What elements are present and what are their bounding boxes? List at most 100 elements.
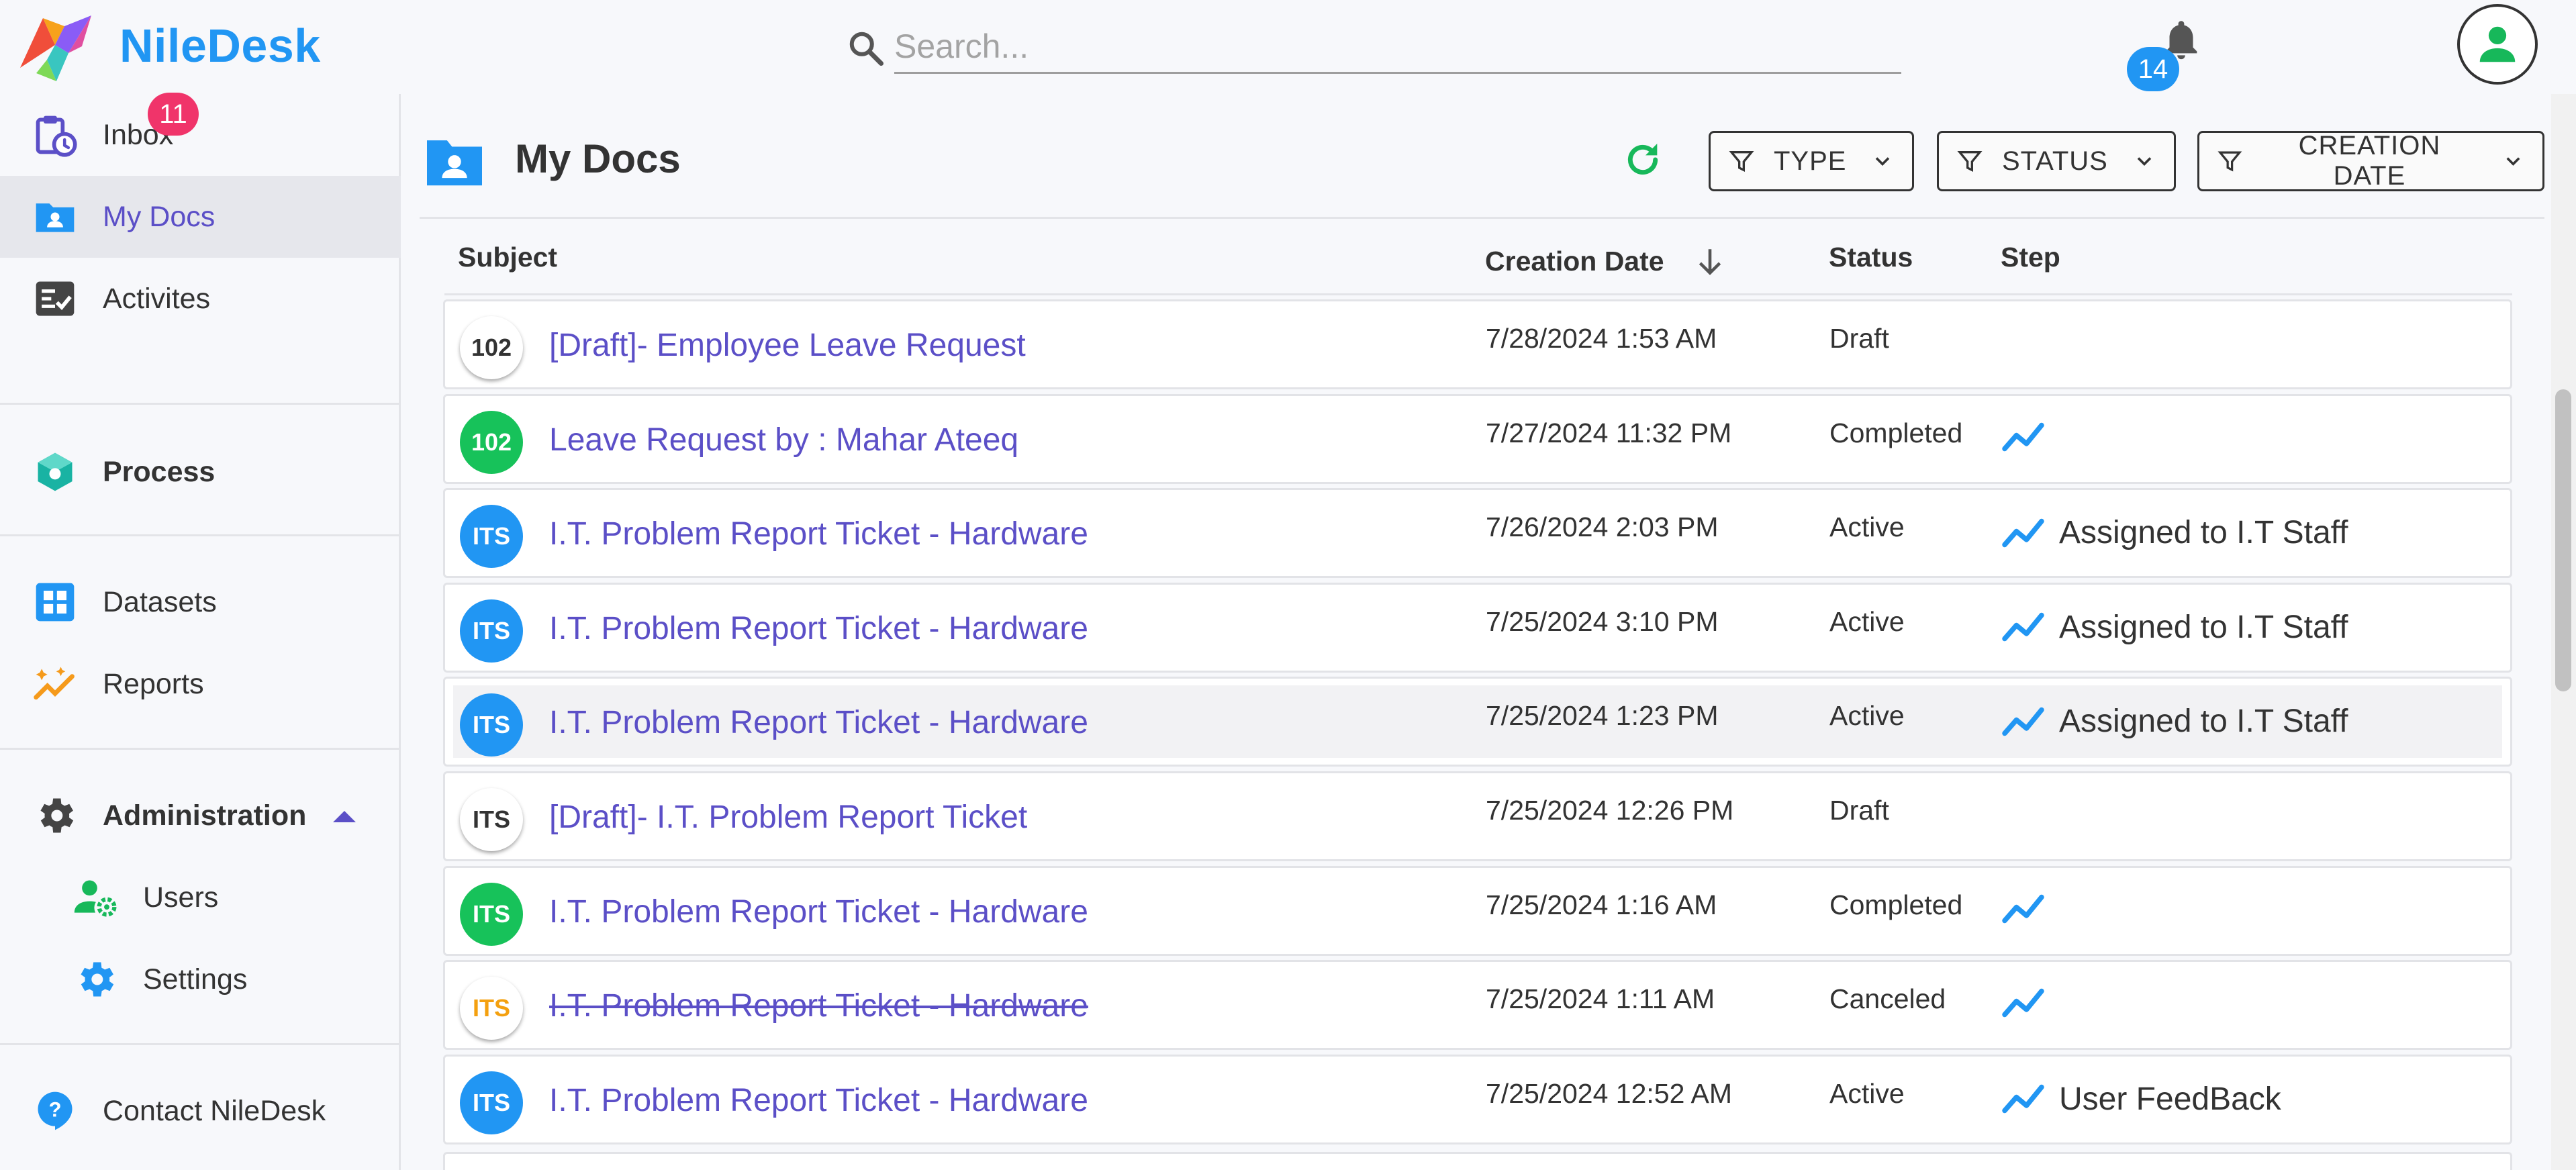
doc-subject-link[interactable]: I.T. Problem Report Ticket - Hardware — [549, 893, 1088, 930]
doc-type-chip: ITS — [460, 788, 523, 851]
doc-step[interactable]: Assigned to I.T Staff — [2001, 609, 2348, 646]
table-row[interactable]: ITS I.T. Problem Report Ticket - Hardware… — [443, 488, 2512, 579]
clipboard-clock-icon — [36, 115, 77, 157]
refresh-icon[interactable] — [1621, 138, 1664, 181]
doc-step[interactable] — [2001, 420, 2059, 454]
filter-icon — [2217, 151, 2242, 172]
folder-user-icon — [36, 203, 75, 232]
scrollbar-thumb[interactable] — [2555, 389, 2571, 691]
cube-icon — [38, 452, 73, 491]
sidebar-item-activities[interactable]: Activites — [0, 258, 401, 340]
sidebar-divider — [0, 748, 401, 750]
table-row[interactable]: ITS I.T. Problem Report Ticket - Hardware… — [443, 1054, 2512, 1144]
doc-subject-link[interactable]: [Draft]- I.T. Problem Report Ticket — [549, 799, 1027, 836]
doc-type-chip: ITS — [460, 599, 523, 663]
doc-subject-link[interactable]: [Draft]- Employee Leave Request — [549, 327, 1026, 364]
doc-status: Active — [1829, 1077, 1905, 1109]
table-row[interactable]: 102 Leave Request by : Mahar Ateeq 7/27/20… — [443, 393, 2512, 484]
search-input[interactable] — [894, 20, 1901, 74]
sidebar-item-contact[interactable]: ? Contact NileDesk — [0, 1070, 401, 1152]
sidebar-item-process[interactable]: Process — [0, 431, 401, 513]
doc-step-label: Assigned to I.T Staff — [2059, 609, 2348, 645]
sidebar-item-users[interactable]: Users — [0, 857, 401, 938]
doc-subject-link[interactable]: I.T. Problem Report Ticket - Hardware — [549, 610, 1088, 647]
sidebar-item-label: Users — [143, 881, 219, 914]
doc-step[interactable] — [2001, 892, 2059, 926]
chevron-down-icon — [1876, 157, 1890, 166]
table-row[interactable]: ITS I.T. Problem Report Ticket - Hardware… — [443, 865, 2512, 956]
creation-date-filter-button[interactable]: CREATION DATE — [2197, 131, 2544, 191]
search-icon[interactable] — [846, 28, 886, 68]
help-bubble-icon: ? — [38, 1091, 73, 1130]
type-filter-button[interactable]: TYPE — [1709, 131, 1915, 191]
trend-line-icon — [2002, 988, 2044, 1018]
sidebar-item-datasets[interactable]: Datasets — [0, 561, 401, 643]
sidebar-item-my-docs[interactable]: My Docs — [0, 176, 401, 258]
sidebar-item-reports[interactable]: Reports — [0, 643, 401, 725]
trend-line-icon — [2002, 422, 2044, 451]
top-bar: NileDesk 14 — [0, 0, 2576, 94]
brand-name: NileDesk — [120, 19, 321, 72]
doc-step[interactable]: User FeedBack — [2001, 1081, 2281, 1118]
sidebar-item-administration[interactable]: Administration — [0, 775, 401, 857]
doc-step[interactable]: Assigned to I.T Staff — [2001, 703, 2348, 740]
doc-creation-date: 7/26/2024 2:03 PM — [1486, 511, 1719, 543]
gear-icon — [81, 962, 114, 997]
table-header: Subject Creation Date Status Step — [444, 222, 2512, 295]
doc-type-chip: 102 — [460, 410, 523, 474]
status-filter-button[interactable]: STATUS — [1937, 131, 2176, 191]
trend-line-icon — [2002, 894, 2044, 923]
doc-subject-link[interactable]: I.T. Problem Report Ticket - Hardware — [549, 987, 1088, 1024]
doc-subject-link[interactable]: Leave Request by : Mahar Ateeq — [549, 422, 1018, 458]
page-header: My Docs TYPE STATUS CREATION DATE — [420, 94, 2544, 219]
column-header-status[interactable]: Status — [1829, 242, 1913, 273]
doc-creation-date: 7/25/2024 1:23 PM — [1486, 700, 1719, 732]
grid-icon — [36, 583, 75, 622]
sidebar-item-inbox[interactable]: Inbox 11 — [0, 93, 401, 176]
doc-status: Completed — [1829, 417, 1963, 448]
page-title: My Docs — [515, 136, 681, 181]
trend-line-icon — [2002, 518, 2044, 547]
column-header-subject[interactable]: Subject — [458, 242, 557, 273]
user-avatar[interactable] — [2457, 4, 2538, 85]
brand[interactable]: NileDesk — [16, 5, 321, 86]
collapse-caret-icon[interactable] — [333, 811, 356, 822]
doc-type-chip: ITS — [460, 882, 523, 946]
sparkle-chart-icon — [34, 667, 75, 700]
table-row[interactable] — [443, 1152, 2512, 1170]
type-filter-label: TYPE — [1774, 146, 1847, 176]
doc-step-label: User FeedBack — [2059, 1081, 2281, 1117]
doc-creation-date: 7/25/2024 3:10 PM — [1486, 605, 1719, 637]
sidebar: Inbox 11 My Docs Activites Process Datas… — [0, 93, 401, 1170]
sidebar-item-label: Settings — [143, 963, 248, 995]
doc-status: Active — [1829, 511, 1905, 543]
table-row[interactable]: ITS [Draft]- I.T. Problem Report Ticket 7/… — [443, 771, 2512, 861]
status-filter-label: STATUS — [2002, 146, 2108, 176]
table-row[interactable]: 102 [Draft]- Employee Leave Request 7/28/2… — [443, 299, 2512, 389]
doc-status: Canceled — [1829, 983, 1946, 1015]
table-row[interactable]: ITS I.T. Problem Report Ticket - Hardware… — [443, 582, 2512, 673]
sidebar-item-settings[interactable]: Settings — [0, 938, 401, 1020]
doc-type-chip: ITS — [460, 977, 523, 1040]
doc-creation-date: 7/25/2024 1:16 AM — [1486, 889, 1717, 920]
column-header-step[interactable]: Step — [2001, 242, 2060, 273]
table-row[interactable]: ITS I.T. Problem Report Ticket - Hardware… — [443, 960, 2512, 1051]
doc-subject-link[interactable]: I.T. Problem Report Ticket - Hardware — [549, 1082, 1088, 1119]
doc-subject-link[interactable]: I.T. Problem Report Ticket - Hardware — [549, 704, 1088, 741]
trend-line-icon — [2002, 707, 2044, 736]
filter-icon — [1729, 151, 1754, 173]
doc-type-chip: 102 — [460, 316, 523, 379]
doc-step-label: Assigned to I.T Staff — [2059, 703, 2348, 740]
doc-step[interactable] — [2001, 986, 2059, 1020]
sidebar-divider — [0, 1043, 401, 1045]
doc-step[interactable]: Assigned to I.T Staff — [2001, 514, 2348, 551]
doc-subject-link[interactable]: I.T. Problem Report Ticket - Hardware — [549, 516, 1088, 552]
sort-down-icon[interactable] — [1693, 243, 1727, 281]
doc-status: Draft — [1829, 323, 1889, 354]
svg-text:?: ? — [48, 1098, 61, 1122]
table-row[interactable]: ITS I.T. Problem Report Ticket - Hardware… — [443, 677, 2512, 767]
gear-icon — [40, 798, 74, 833]
inbox-count-badge: 11 — [148, 93, 199, 136]
doc-creation-date: 7/25/2024 12:52 AM — [1486, 1077, 1733, 1109]
column-header-creation-date[interactable]: Creation Date — [1485, 246, 1664, 277]
